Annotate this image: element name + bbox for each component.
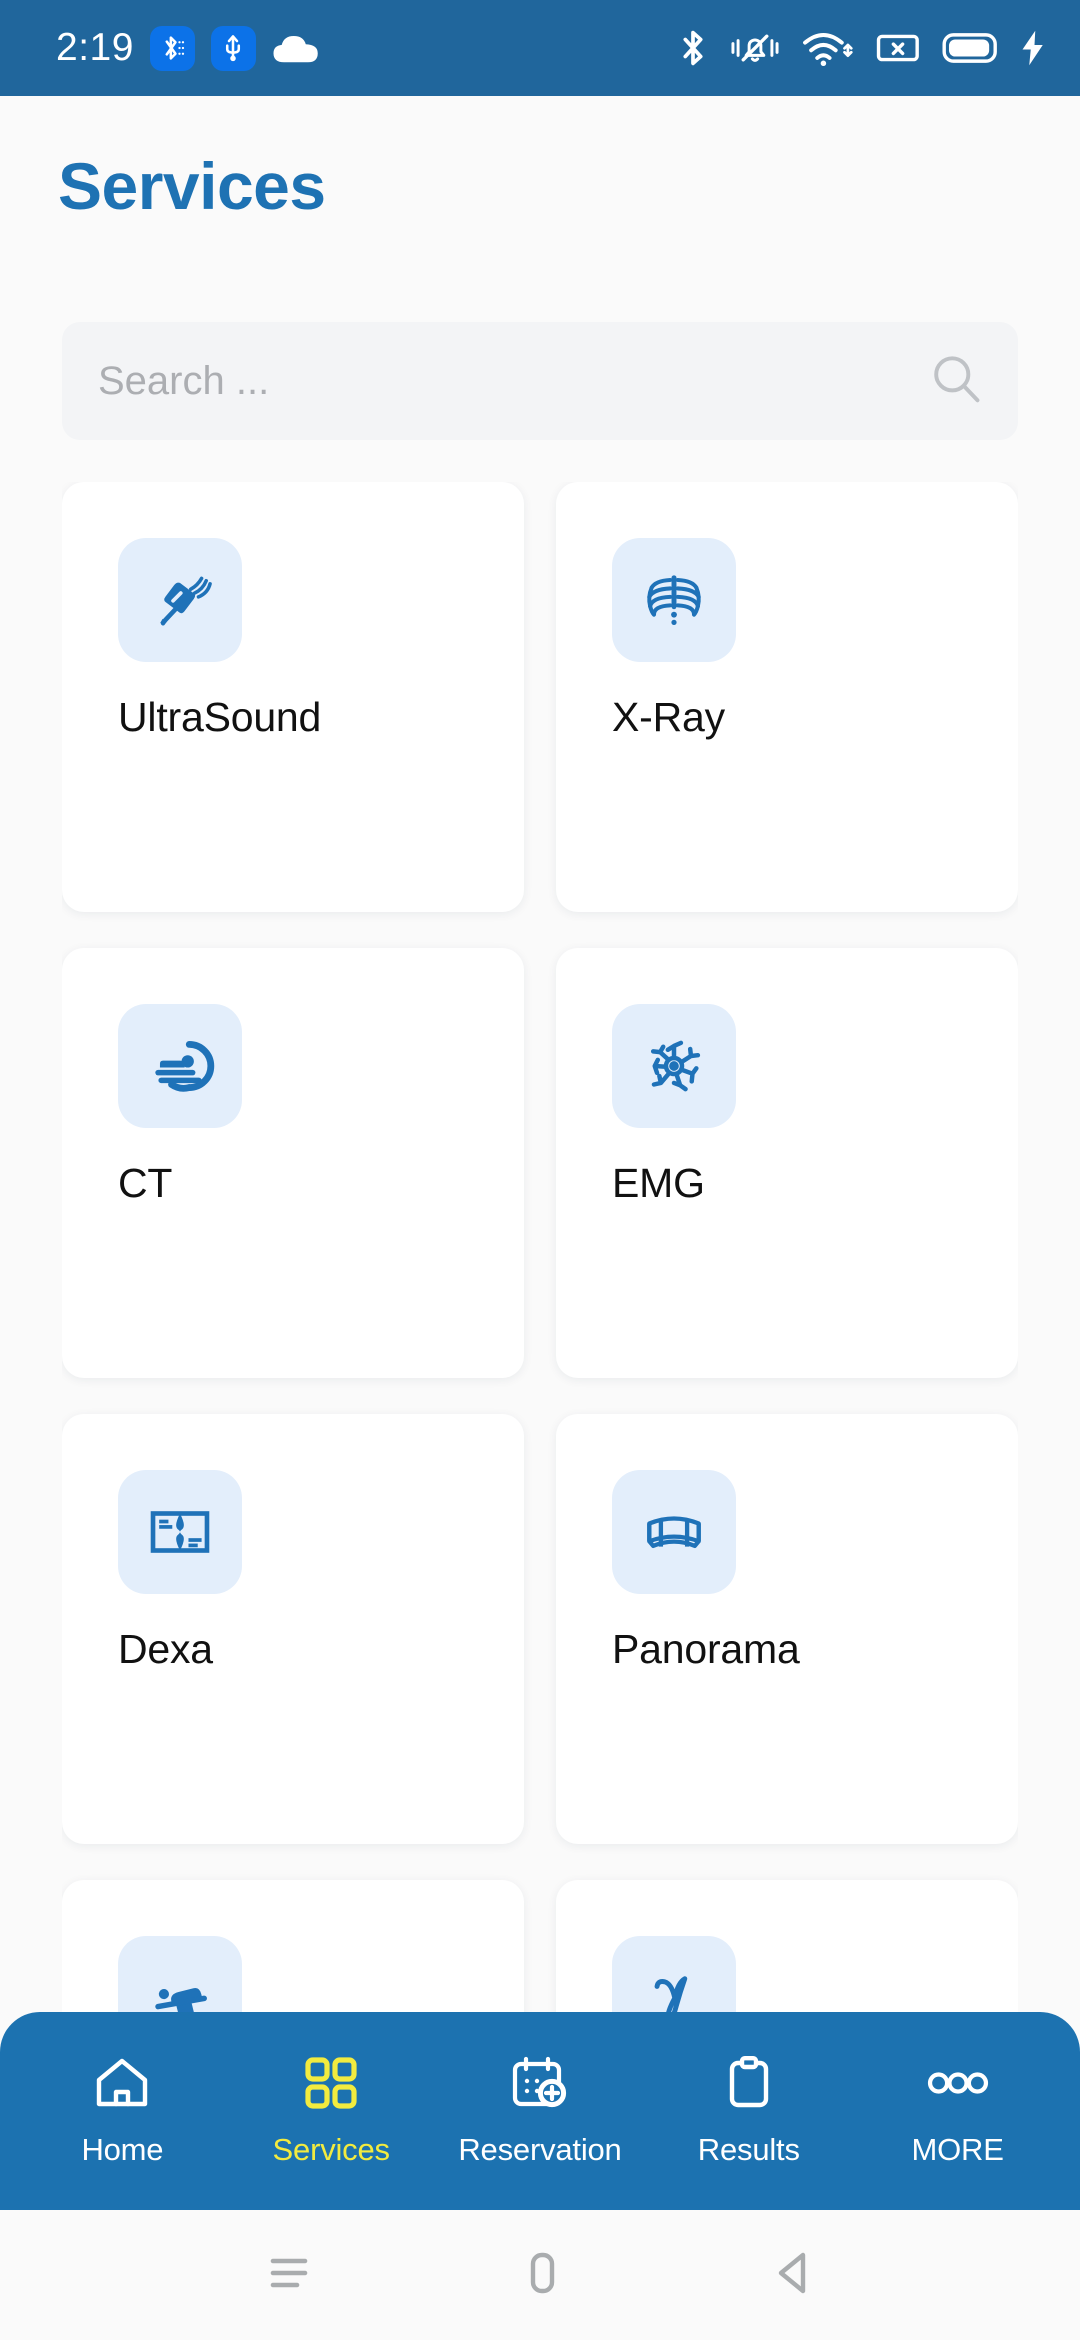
search-icon[interactable] [928, 351, 984, 412]
charging-bolt-icon [1020, 30, 1046, 66]
nav-label: MORE [911, 2131, 1004, 2167]
bluetooth-share-badge-icon [149, 25, 195, 71]
sim-card-icon [876, 31, 920, 65]
service-card-emg[interactable]: EMG [556, 948, 1018, 1378]
service-label: EMG [612, 1160, 705, 1206]
service-label: UltraSound [118, 694, 322, 740]
nav-item-services[interactable]: Services [237, 2055, 425, 2168]
ct-scanner-icon [118, 1004, 242, 1128]
usb-badge-icon [210, 25, 256, 71]
nav-item-more[interactable]: MORE [864, 2055, 1052, 2168]
service-card-xray[interactable]: X-Ray [556, 482, 1018, 912]
nav-label: Services [272, 2131, 390, 2167]
status-bar-clock: 2:19 [56, 26, 134, 69]
search-bar[interactable] [62, 322, 1018, 440]
service-card-ct[interactable]: CT [62, 948, 524, 1378]
rib-cage-icon [612, 538, 736, 662]
home-icon [92, 2055, 152, 2116]
service-card-ultrasound[interactable]: UltraSound [62, 482, 524, 912]
three-dots-icon [925, 2055, 991, 2116]
nav-label: Home [81, 2131, 164, 2167]
status-bar-left: 2:19 [56, 25, 320, 71]
service-label: Dexa [118, 1626, 213, 1672]
recents-button[interactable] [263, 2252, 315, 2299]
nav-item-results[interactable]: Results [655, 2055, 843, 2168]
bluetooth-icon [678, 28, 708, 68]
services-grid: UltraSound X-Ray CT EMG Dexa Panorama [62, 482, 1018, 2042]
back-button[interactable] [769, 2250, 817, 2301]
status-bar-right [678, 28, 1046, 68]
clipboard-icon [723, 2055, 775, 2116]
service-label: Panorama [612, 1626, 800, 1672]
calendar-plus-icon [510, 2055, 570, 2116]
status-bar: 2:19 [0, 0, 1080, 96]
home-button[interactable] [520, 2250, 564, 2301]
vibrate-mute-icon [730, 30, 780, 66]
nav-item-reservation[interactable]: Reservation [446, 2055, 634, 2168]
nav-label: Reservation [458, 2131, 622, 2167]
neuron-icon [612, 1004, 736, 1128]
page-title: Services [58, 149, 326, 223]
ultrasound-probe-icon [118, 538, 242, 662]
service-card-panorama[interactable]: Panorama [556, 1414, 1018, 1844]
bone-density-scan-icon [118, 1470, 242, 1594]
grid-icon [302, 2055, 360, 2116]
service-label: X-Ray [612, 694, 725, 740]
nav-label: Results [697, 2131, 800, 2167]
battery-icon [942, 31, 998, 65]
panoramic-band-icon [612, 1470, 736, 1594]
bottom-navigation-bar: Home Services Reservation Results MORE [0, 2012, 1080, 2210]
nav-item-home[interactable]: Home [28, 2055, 216, 2168]
search-input[interactable] [98, 358, 928, 404]
android-system-navigation [0, 2210, 1080, 2340]
wifi-icon [802, 28, 854, 68]
service-label: CT [118, 1160, 173, 1206]
cloud-icon [272, 32, 320, 64]
service-card-dexa[interactable]: Dexa [62, 1414, 524, 1844]
